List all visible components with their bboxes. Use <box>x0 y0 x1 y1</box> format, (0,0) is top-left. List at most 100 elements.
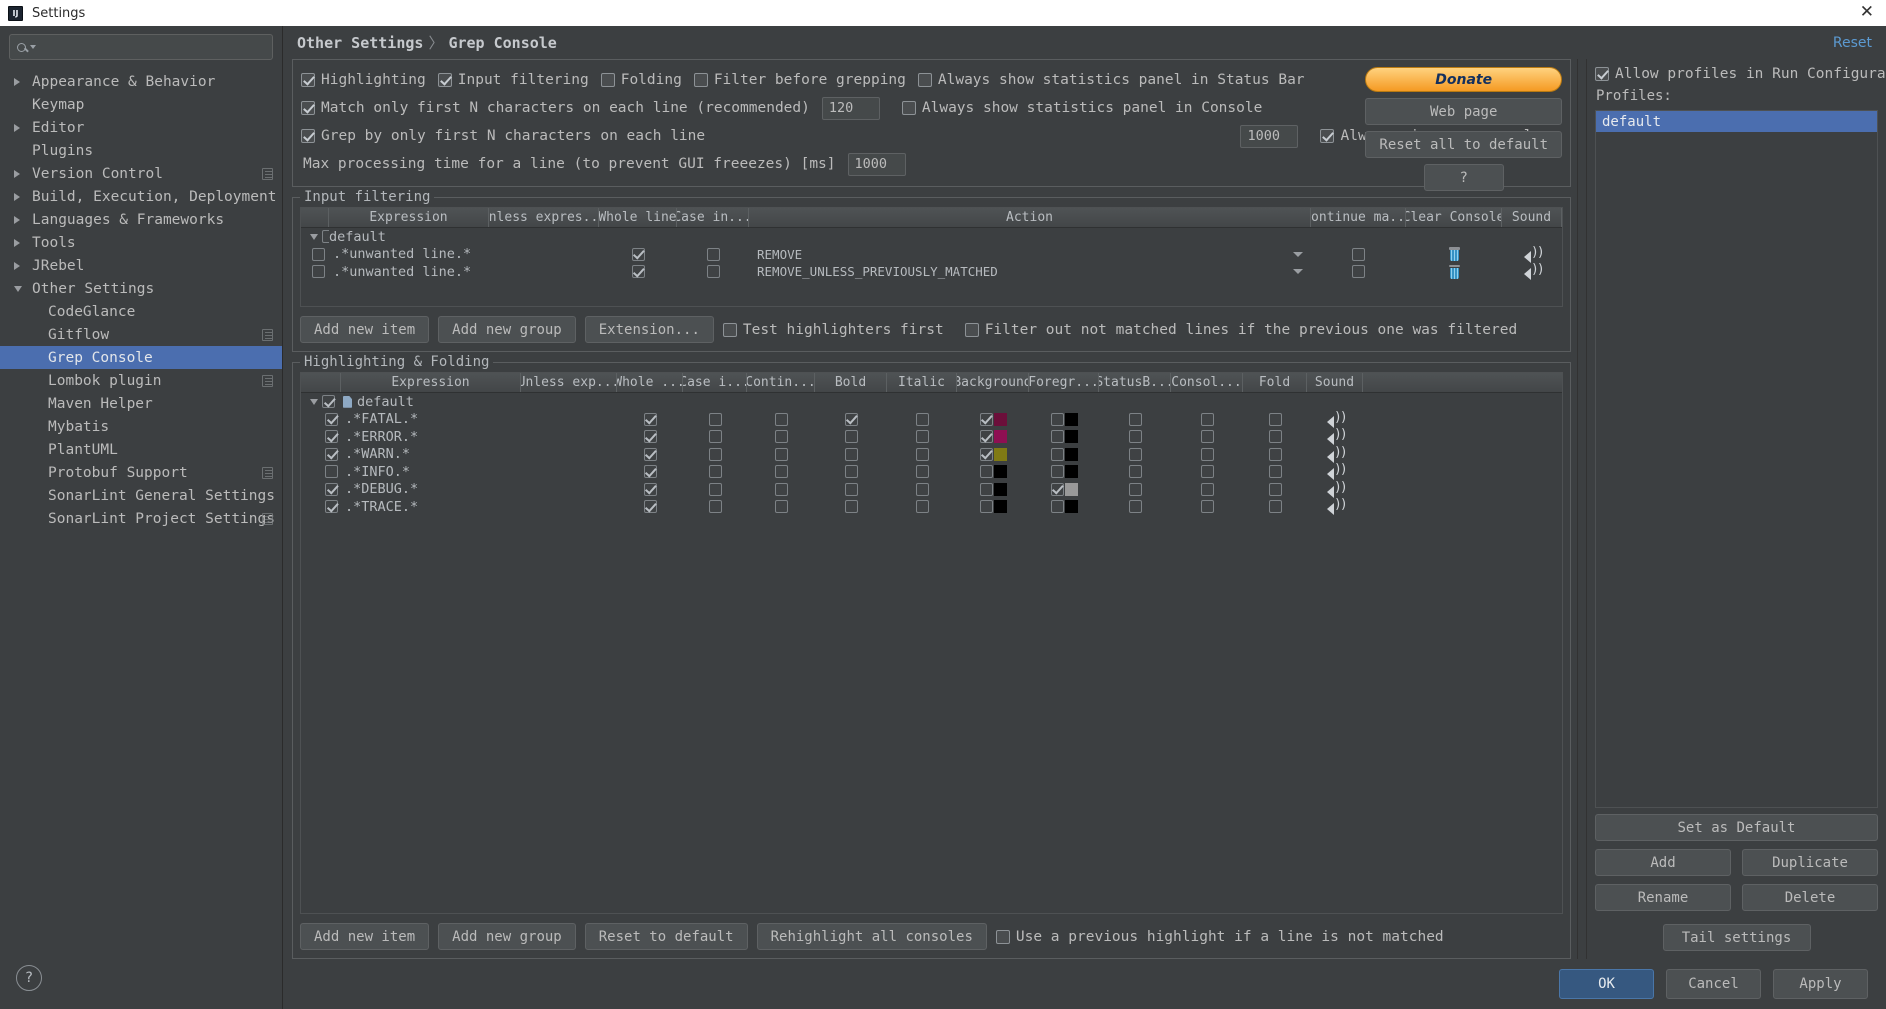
bold-checkbox[interactable] <box>844 447 858 461</box>
sidebar-item-sonarlint-project-settings[interactable]: SonarLint Project Settings <box>0 507 282 530</box>
expression-cell[interactable]: .*FATAL.* <box>341 411 521 429</box>
whole-line-checkbox[interactable] <box>643 430 657 444</box>
sidebar-item-lombok-plugin[interactable]: Lombok plugin <box>0 369 282 392</box>
if-check-1[interactable] <box>964 322 979 337</box>
hl-column-header-3[interactable]: Whole ... <box>617 373 683 392</box>
table-row[interactable]: .*INFO.* <box>301 463 1562 481</box>
sidebar-item-protobuf-support[interactable]: Protobuf Support <box>0 461 282 484</box>
general-checkbox-1[interactable] <box>437 73 452 87</box>
table-row[interactable]: .*FATAL.* <box>301 411 1562 429</box>
row-enabled-checkbox[interactable] <box>312 247 325 261</box>
sidebar-item-maven-helper[interactable]: Maven Helper <box>0 392 282 415</box>
hl-column-header-0[interactable] <box>301 373 341 392</box>
fg-color-swatch[interactable] <box>1064 465 1078 479</box>
whole-line-checkbox[interactable] <box>631 265 645 279</box>
bg-color-swatch[interactable] <box>993 430 1007 444</box>
group-enabled-checkbox[interactable] <box>322 230 329 244</box>
bg-checkbox[interactable] <box>979 500 993 514</box>
table-row[interactable]: .*unwanted line.* REMOVE <box>301 246 1562 264</box>
sidebar-item-codeglance[interactable]: CodeGlance <box>0 300 282 323</box>
breadcrumb-root[interactable]: Other Settings <box>297 34 423 52</box>
pin-consoles-checkbox[interactable] <box>1320 129 1335 143</box>
unless-expression-cell[interactable] <box>521 498 617 516</box>
profile-list-item[interactable]: default <box>1596 111 1877 132</box>
chevron-down-icon[interactable] <box>310 233 318 240</box>
fg-color-swatch[interactable] <box>1064 430 1078 444</box>
unless-expression-cell[interactable] <box>521 411 617 429</box>
grep-first-n-input[interactable]: 1000 <box>1240 124 1299 148</box>
sidebar-item-plantuml[interactable]: PlantUML <box>0 438 282 461</box>
fg-checkbox[interactable] <box>1050 447 1064 461</box>
chevron-right-icon[interactable] <box>14 216 30 224</box>
case-insensitive-checkbox[interactable] <box>708 447 722 461</box>
chevron-down-icon[interactable] <box>14 286 30 292</box>
sidebar-item-tools[interactable]: Tools <box>0 231 282 254</box>
sidebar-item-jrebel[interactable]: JRebel <box>0 254 282 277</box>
table-row[interactable]: .*ERROR.* <box>301 428 1562 446</box>
case-insensitive-checkbox[interactable] <box>708 430 722 444</box>
fold-checkbox[interactable] <box>1268 465 1282 479</box>
chevron-down-icon[interactable] <box>310 398 318 405</box>
bold-checkbox[interactable] <box>844 430 858 444</box>
italic-checkbox[interactable] <box>915 430 929 444</box>
italic-checkbox[interactable] <box>915 412 929 426</box>
row-enabled-checkbox[interactable] <box>325 430 338 444</box>
table-row[interactable]: .*WARN.* <box>301 446 1562 464</box>
whole-line-checkbox[interactable] <box>643 447 657 461</box>
hl-column-header-8[interactable]: Background <box>957 373 1029 392</box>
case-insensitive-checkbox[interactable] <box>706 265 720 279</box>
hl-button-1[interactable]: Add new group <box>438 923 576 950</box>
if-column-header-1[interactable]: Expression <box>329 208 489 227</box>
ok-button[interactable]: OK <box>1559 969 1654 999</box>
whole-line-checkbox[interactable] <box>631 247 645 261</box>
continue-matching-checkbox[interactable] <box>774 500 788 514</box>
statusbar-checkbox[interactable] <box>1128 430 1142 444</box>
reset-link[interactable]: Reset <box>1833 35 1872 51</box>
fold-checkbox[interactable] <box>1268 500 1282 514</box>
continue-matching-checkbox[interactable] <box>774 465 788 479</box>
hl-column-header-6[interactable]: Bold <box>815 373 887 392</box>
fg-checkbox[interactable] <box>1050 482 1064 496</box>
italic-checkbox[interactable] <box>915 447 929 461</box>
action-dropdown[interactable]: REMOVE_UNLESS_PREVIOUSLY_MATCHED <box>749 264 1311 279</box>
if-column-header-4[interactable]: Case in... <box>677 208 749 227</box>
expression-cell[interactable]: .*unwanted line.* <box>329 246 489 264</box>
sidebar-item-editor[interactable]: Editor <box>0 116 282 139</box>
general-checkbox-4[interactable] <box>917 73 932 87</box>
close-icon[interactable]: ✕ <box>1860 4 1874 21</box>
chevron-right-icon[interactable] <box>14 239 30 247</box>
hl-column-header-13[interactable]: Sound <box>1307 373 1363 392</box>
whole-line-checkbox[interactable] <box>643 482 657 496</box>
table-row-group[interactable]: default <box>301 228 1562 246</box>
bg-checkbox[interactable] <box>979 447 993 461</box>
italic-checkbox[interactable] <box>915 465 929 479</box>
hl-column-header-5[interactable]: Contin... <box>747 373 815 392</box>
stats-console-checkbox[interactable] <box>901 101 916 115</box>
bold-checkbox[interactable] <box>844 500 858 514</box>
case-insensitive-checkbox[interactable] <box>708 465 722 479</box>
duplicate-profile-button[interactable]: Duplicate <box>1742 849 1878 876</box>
statusbar-checkbox[interactable] <box>1128 465 1142 479</box>
hl-column-header-11[interactable]: Consol... <box>1171 373 1243 392</box>
italic-checkbox[interactable] <box>915 482 929 496</box>
fg-checkbox[interactable] <box>1050 500 1064 514</box>
sidebar-item-appearance-behavior[interactable]: Appearance & Behavior <box>0 70 282 93</box>
statusbar-checkbox[interactable] <box>1128 500 1142 514</box>
fold-checkbox[interactable] <box>1268 482 1282 496</box>
profiles-list[interactable]: default <box>1595 110 1878 808</box>
web-page-button[interactable]: Web page <box>1365 98 1562 125</box>
bg-checkbox[interactable] <box>979 430 993 444</box>
expression-cell[interactable]: .*unwanted line.* <box>329 263 489 281</box>
bg-color-swatch[interactable] <box>993 482 1007 496</box>
case-insensitive-checkbox[interactable] <box>706 247 720 261</box>
sound-icon[interactable] <box>1327 463 1346 481</box>
sidebar-item-mybatis[interactable]: Mybatis <box>0 415 282 438</box>
main-scrollbar[interactable] <box>1577 59 1586 959</box>
bold-checkbox[interactable] <box>844 482 858 496</box>
if-button-0[interactable]: Add new item <box>300 316 430 343</box>
cancel-button[interactable]: Cancel <box>1666 969 1761 999</box>
unless-expression-cell[interactable] <box>521 481 617 499</box>
if-column-header-2[interactable]: Unless expres... <box>489 208 599 227</box>
if-column-header-0[interactable] <box>301 208 329 227</box>
bold-checkbox[interactable] <box>844 412 858 426</box>
